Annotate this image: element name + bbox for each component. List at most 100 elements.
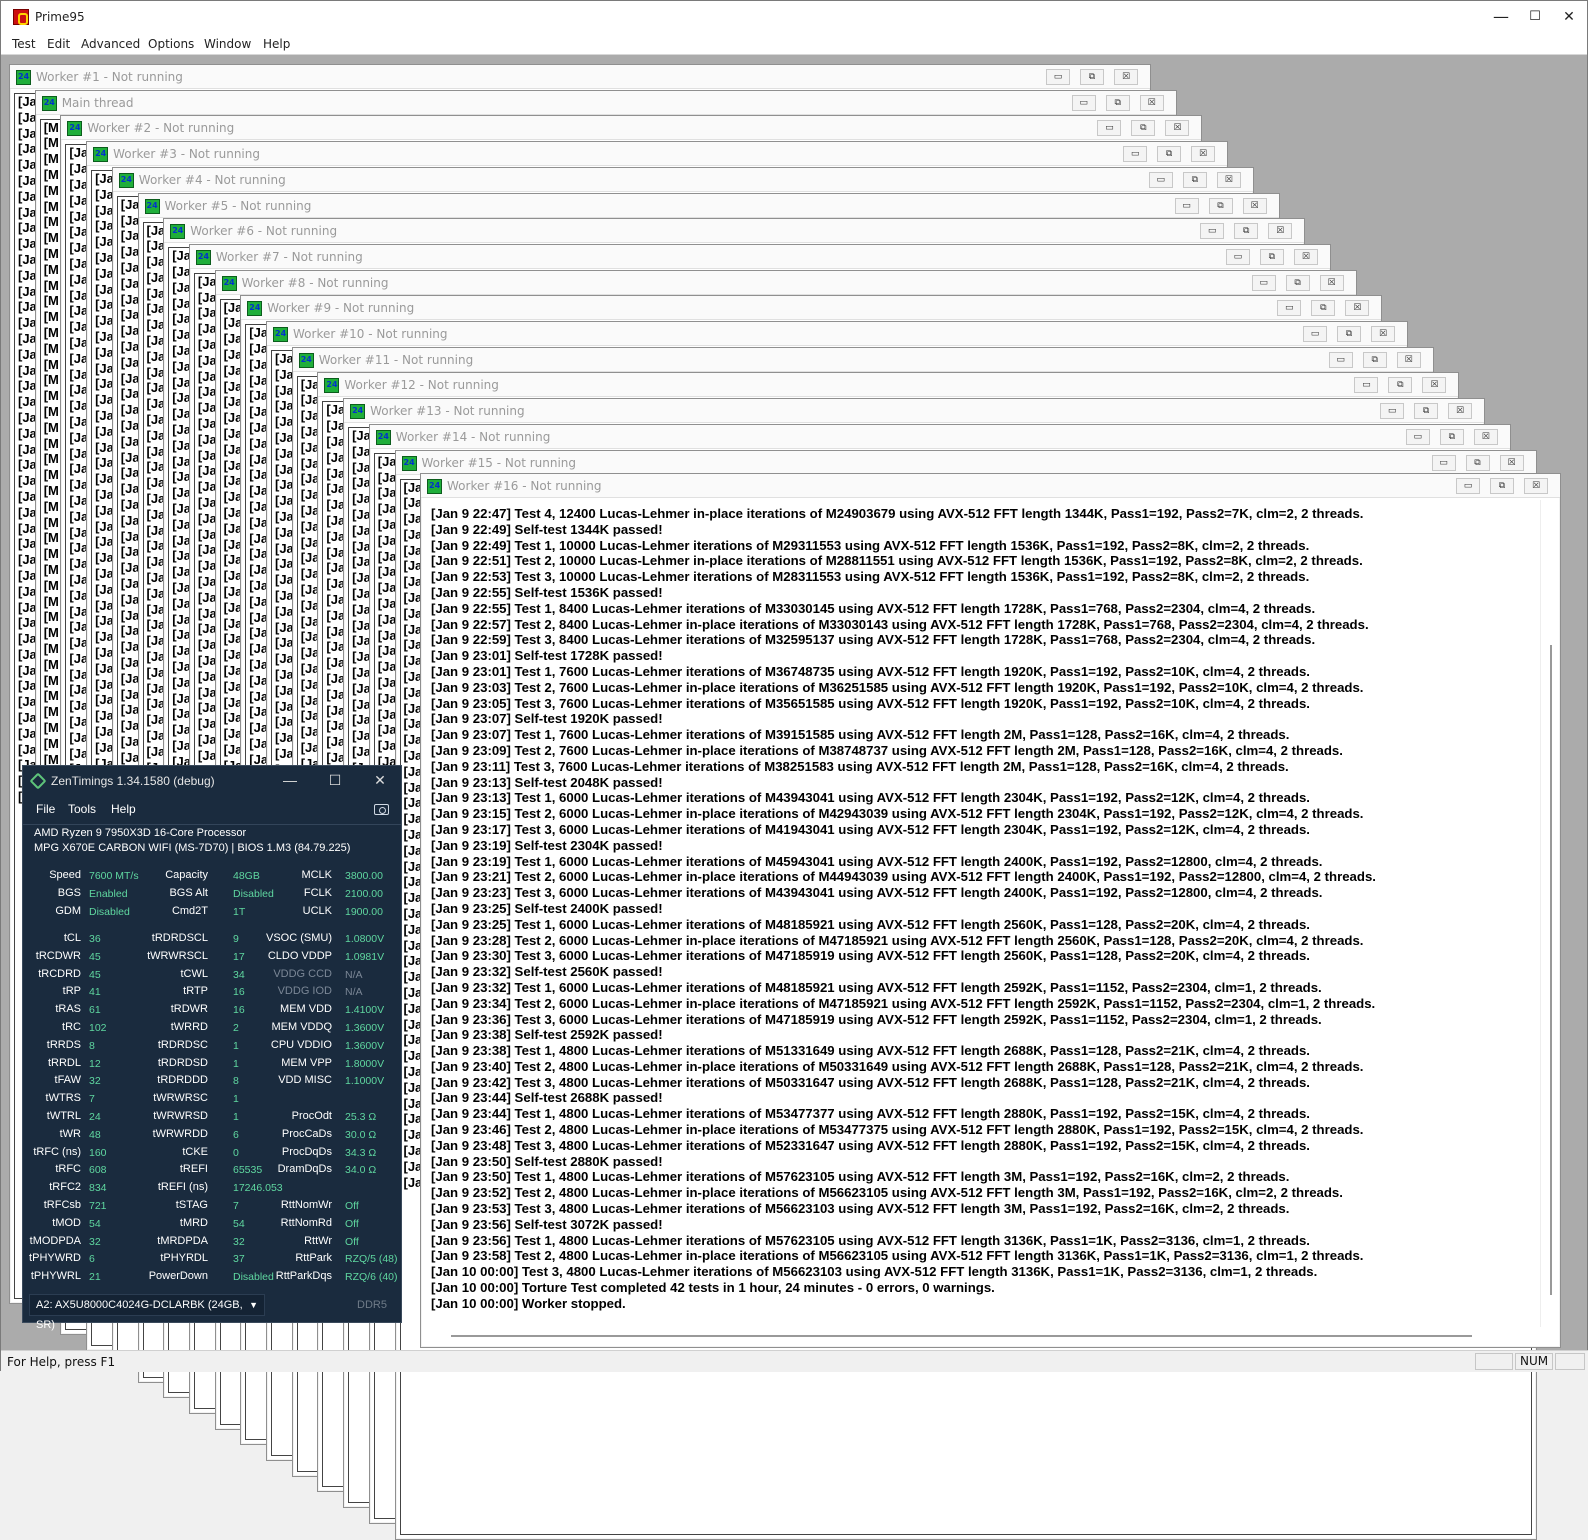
child-restore-button[interactable]: ⧉ [1131,120,1156,137]
child-restore-button[interactable]: ⧉ [1465,454,1490,471]
child-title-bar: Main thread ▭ ⧉ ☒ [35,90,1176,115]
zentimings-menu-help[interactable]: Help [111,802,136,816]
timing-label: tWR [59,1127,81,1140]
close-button[interactable]: ✕ [1552,1,1586,33]
dimm-selector[interactable]: A2: AX5U8000C4024G-DCLARBK (24GB, SR) ▼ [29,1294,265,1331]
child-close-button[interactable]: ☒ [1216,171,1241,188]
child-restore-button[interactable]: ⧉ [1414,403,1439,420]
child-minimize-button[interactable]: ▭ [1380,403,1405,420]
zentimings-maximize-button[interactable]: ☐ [320,772,350,789]
child-minimize-button[interactable]: ▭ [1328,351,1353,368]
horizontal-scrollbar[interactable] [423,1327,1540,1345]
timing-label: RttWr [304,1234,332,1247]
worker-icon [401,455,417,471]
child-close-button[interactable]: ☒ [1139,94,1164,111]
log-line: [Jan 9 22:49] Test 1, 10000 Lucas-Lehmer… [431,537,1310,553]
child-close-button[interactable]: ☒ [1268,223,1293,240]
child-close-button[interactable]: ☒ [1396,351,1421,368]
child-close-button[interactable]: ☒ [1165,120,1190,137]
log-line: [Jan 9 23:56] Test 1, 4800 Lucas-Lehmer … [431,1232,1310,1248]
child-close-button[interactable]: ☒ [1114,69,1138,85]
timing-value: 7600 MT/s [89,870,139,882]
zentimings-menu-file[interactable]: File [36,802,55,816]
child-close-button[interactable]: ☒ [1524,478,1548,494]
menu-edit[interactable]: Edit [47,37,70,51]
menu-advanced[interactable]: Advanced [81,37,140,51]
worker-16-window[interactable]: Worker #16 - Not running ▭ ⧉ ☒ [Jan 9 22:47]… [420,473,1561,1348]
child-restore-button[interactable]: ⧉ [1105,94,1130,111]
child-minimize-button[interactable]: ▭ [1405,428,1430,445]
maximize-button[interactable]: ☐ [1518,1,1552,33]
log-line: [Jan 9 23:11] Test 3, 7600 Lucas-Lehmer … [431,758,1289,774]
prime95-app-icon [13,9,29,25]
child-title-bar: Worker #16 - Not running ▭ ⧉ ☒ [421,474,1560,498]
menu-help[interactable]: Help [263,37,290,51]
child-restore-button[interactable]: ⧉ [1080,69,1104,85]
child-restore-button[interactable]: ⧉ [1388,377,1413,394]
log-line: [Jan 9 23:30] Test 3, 6000 Lucas-Lehmer … [431,948,1310,964]
child-minimize-button[interactable]: ▭ [1148,171,1173,188]
child-minimize-button[interactable]: ▭ [1071,94,1096,111]
child-minimize-button[interactable]: ▭ [1431,454,1456,471]
child-restore-button[interactable]: ⧉ [1285,274,1310,291]
vertical-scrollbar[interactable] [1540,500,1558,1327]
child-restore-button[interactable]: ⧉ [1208,197,1233,214]
child-minimize-button[interactable]: ▭ [1123,146,1148,163]
menu-test[interactable]: Test [12,37,36,51]
zentimings-close-button[interactable]: ✕ [365,772,395,789]
child-minimize-button[interactable]: ▭ [1303,326,1327,342]
menu-window[interactable]: Window [204,37,251,51]
log-line: [Jan 9 23:40] Test 2, 4800 Lucas-Lehmer … [431,1058,1364,1074]
child-minimize-button[interactable]: ▭ [1174,197,1199,214]
child-minimize-button[interactable]: ▭ [1097,120,1122,137]
child-window-controls: ▭ ⧉ ☒ [1378,403,1478,420]
child-close-button[interactable]: ☒ [1345,300,1370,317]
timing-value: RZQ/5 (48) [345,1253,398,1266]
zentimings-minimize-button[interactable]: — [275,772,305,788]
child-minimize-button[interactable]: ▭ [1251,274,1276,291]
child-minimize-button[interactable]: ▭ [1046,69,1070,85]
worker-icon [221,275,237,291]
child-restore-button[interactable]: ⧉ [1182,171,1207,188]
timing-label: tMOD [52,1216,81,1229]
minimize-button[interactable]: — [1484,1,1518,33]
timing-value: Off [345,1217,359,1230]
child-close-button[interactable]: ☒ [1242,197,1267,214]
child-restore-button[interactable]: ⧉ [1234,223,1259,240]
timing-value: 45 [89,968,101,981]
screenshot-camera-icon[interactable] [374,804,389,815]
child-minimize-button[interactable]: ▭ [1277,300,1302,317]
child-restore-button[interactable]: ⧉ [1157,146,1182,163]
child-window-controls: ▭ ⧉ ☒ [1275,300,1375,317]
child-minimize-button[interactable]: ▭ [1354,377,1379,394]
child-close-button[interactable]: ☒ [1499,454,1524,471]
child-close-button[interactable]: ☒ [1371,326,1395,342]
child-close-button[interactable]: ☒ [1422,377,1447,394]
worker-icon [93,147,109,163]
child-minimize-button[interactable]: ▭ [1225,248,1250,265]
child-restore-button[interactable]: ⧉ [1362,351,1387,368]
child-title-bar: Worker #2 - Not running ▭ ⧉ ☒ [61,116,1202,141]
child-restore-button[interactable]: ⧉ [1259,248,1284,265]
child-close-button[interactable]: ☒ [1293,248,1318,265]
child-restore-button[interactable]: ⧉ [1337,326,1361,342]
child-close-button[interactable]: ☒ [1191,146,1216,163]
log-area[interactable]: [Jan 9 22:47] Test 4, 12400 Lucas-Lehmer… [423,500,1558,1345]
child-restore-button[interactable]: ⧉ [1311,300,1336,317]
scroll-thumb[interactable] [451,1335,1472,1337]
child-restore-button[interactable]: ⧉ [1490,478,1514,494]
timing-value: 1T [233,906,246,918]
child-close-button[interactable]: ☒ [1319,274,1344,291]
child-minimize-button[interactable]: ▭ [1456,478,1480,494]
child-close-button[interactable]: ☒ [1473,428,1498,445]
timing-label: tCKE [182,1145,208,1158]
child-window-title: Worker #12 - Not running [344,378,499,393]
scroll-thumb[interactable] [1550,645,1552,1295]
child-close-button[interactable]: ☒ [1448,403,1473,420]
menu-options[interactable]: Options [148,37,194,51]
child-restore-button[interactable]: ⧉ [1439,428,1464,445]
child-minimize-button[interactable]: ▭ [1200,223,1225,240]
log-line: [Jan 9 22:49] Self-test 1344K passed! [431,521,663,537]
timing-value: 7 [89,1093,95,1106]
zentimings-menu-tools[interactable]: Tools [68,802,96,816]
